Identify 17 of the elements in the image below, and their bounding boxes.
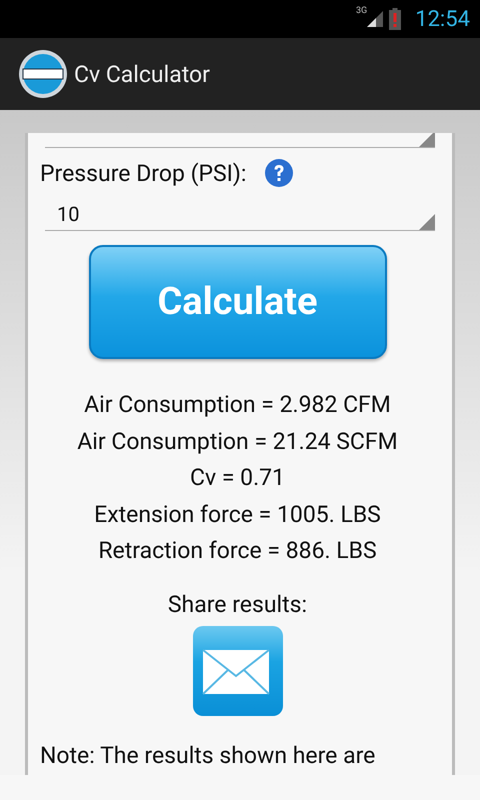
result-text: Cv = 0.71 (190, 463, 285, 493)
signal-icon (367, 11, 384, 27)
battery-alert-icon (389, 8, 402, 30)
help-icon[interactable] (264, 158, 294, 188)
logo-icon (18, 49, 68, 99)
mail-icon[interactable] (192, 626, 282, 716)
clock: 12:54 (415, 6, 470, 32)
app-title: Cv Calculator (74, 60, 210, 88)
dropdown[interactable] (45, 133, 435, 148)
result-text: Air Consumption = 2.982 CFM (84, 390, 391, 420)
note-text: Note: The results shown here are (40, 742, 376, 770)
share-label: Share results: (166, 590, 308, 620)
result-text: Extension force = 1005. LBS (94, 500, 381, 530)
field-label: Pressure Drop (PSI): (40, 160, 246, 186)
result-text: Retraction force = 886. LBS (98, 536, 377, 566)
network-type-label: 3G (356, 6, 368, 16)
result-text: Air Consumption = 21.24 SCFM (77, 426, 398, 456)
